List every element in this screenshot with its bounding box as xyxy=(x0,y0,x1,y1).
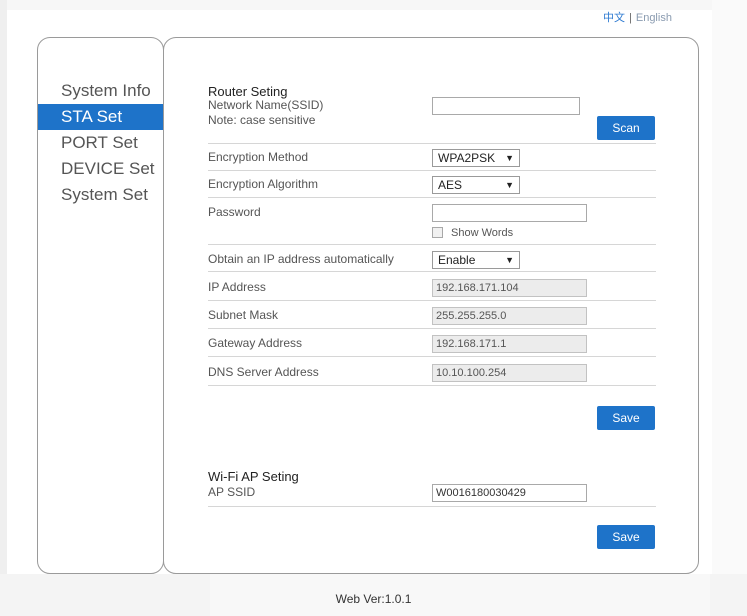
subnet-mask-input[interactable] xyxy=(432,307,587,325)
ssid-input[interactable] xyxy=(432,97,580,115)
obtain-ip-select[interactable]: Enable ▼ xyxy=(432,251,520,269)
router-setting-title: Router Seting xyxy=(208,84,288,99)
ap-ssid-input[interactable] xyxy=(432,484,587,502)
right-background xyxy=(712,0,747,616)
encryption-method-value: WPA2PSK xyxy=(438,151,496,165)
encryption-algorithm-value: AES xyxy=(438,178,463,192)
obtain-ip-value: Enable xyxy=(438,253,476,267)
encryption-algorithm-label: Encryption Algorithm xyxy=(208,177,319,191)
encryption-method-select[interactable]: WPA2PSK ▼ xyxy=(432,149,520,167)
language-switcher: 中文 | English xyxy=(603,9,672,25)
password-input[interactable] xyxy=(432,204,587,222)
show-words-label: Show Words xyxy=(451,227,514,239)
sidebar-item-system-set[interactable]: System Set xyxy=(38,182,163,208)
obtain-ip-label: Obtain an IP address automatically xyxy=(208,252,394,266)
ip-address-label: IP Address xyxy=(208,280,266,294)
ssid-label: Network Name(SSID) xyxy=(208,98,324,112)
divider xyxy=(208,356,656,357)
sidebar-item-system-info[interactable]: System Info xyxy=(38,78,163,104)
subnet-mask-label: Subnet Mask xyxy=(208,308,279,322)
sidebar-item-device-set[interactable]: DEVICE Set xyxy=(38,156,163,182)
sidebar: System Info STA Set PORT Set DEVICE Set … xyxy=(37,37,164,574)
divider xyxy=(208,328,656,329)
divider xyxy=(208,506,656,507)
ip-address-input[interactable] xyxy=(432,279,587,297)
triangle-down-icon: ▼ xyxy=(505,153,514,163)
ap-save-button[interactable]: Save xyxy=(597,525,655,549)
divider xyxy=(208,143,656,144)
divider xyxy=(208,300,656,301)
ssid-note: Note: case sensitive xyxy=(208,113,316,127)
checkbox-icon[interactable] xyxy=(432,227,443,238)
encryption-method-label: Encryption Method xyxy=(208,150,309,164)
lang-en-link[interactable]: English xyxy=(636,12,672,24)
router-save-button[interactable]: Save xyxy=(597,406,655,430)
divider xyxy=(208,170,656,171)
web-version: Web Ver:1.0.1 xyxy=(335,592,412,606)
gateway-address-input[interactable] xyxy=(432,335,587,353)
divider xyxy=(208,244,656,245)
sidebar-item-port-set[interactable]: PORT Set xyxy=(38,130,163,156)
lang-separator: | xyxy=(629,12,632,24)
gateway-address-label: Gateway Address xyxy=(208,336,303,350)
triangle-down-icon: ▼ xyxy=(505,180,514,190)
ap-ssid-label: AP SSID xyxy=(208,485,256,499)
sidebar-nav: System Info STA Set PORT Set DEVICE Set … xyxy=(38,78,163,208)
encryption-algorithm-select[interactable]: AES ▼ xyxy=(432,176,520,194)
password-label: Password xyxy=(208,205,261,219)
divider xyxy=(208,271,656,272)
divider xyxy=(208,385,656,386)
scan-button[interactable]: Scan xyxy=(597,116,655,140)
ap-setting-title: Wi-Fi AP Seting xyxy=(208,469,299,484)
triangle-down-icon: ▼ xyxy=(505,255,514,265)
left-background xyxy=(0,0,7,616)
dns-server-input[interactable] xyxy=(432,364,587,382)
dns-server-label: DNS Server Address xyxy=(208,365,319,379)
sidebar-item-sta-set[interactable]: STA Set xyxy=(38,104,163,130)
divider xyxy=(208,197,656,198)
lang-zh-link[interactable]: 中文 xyxy=(603,12,625,24)
